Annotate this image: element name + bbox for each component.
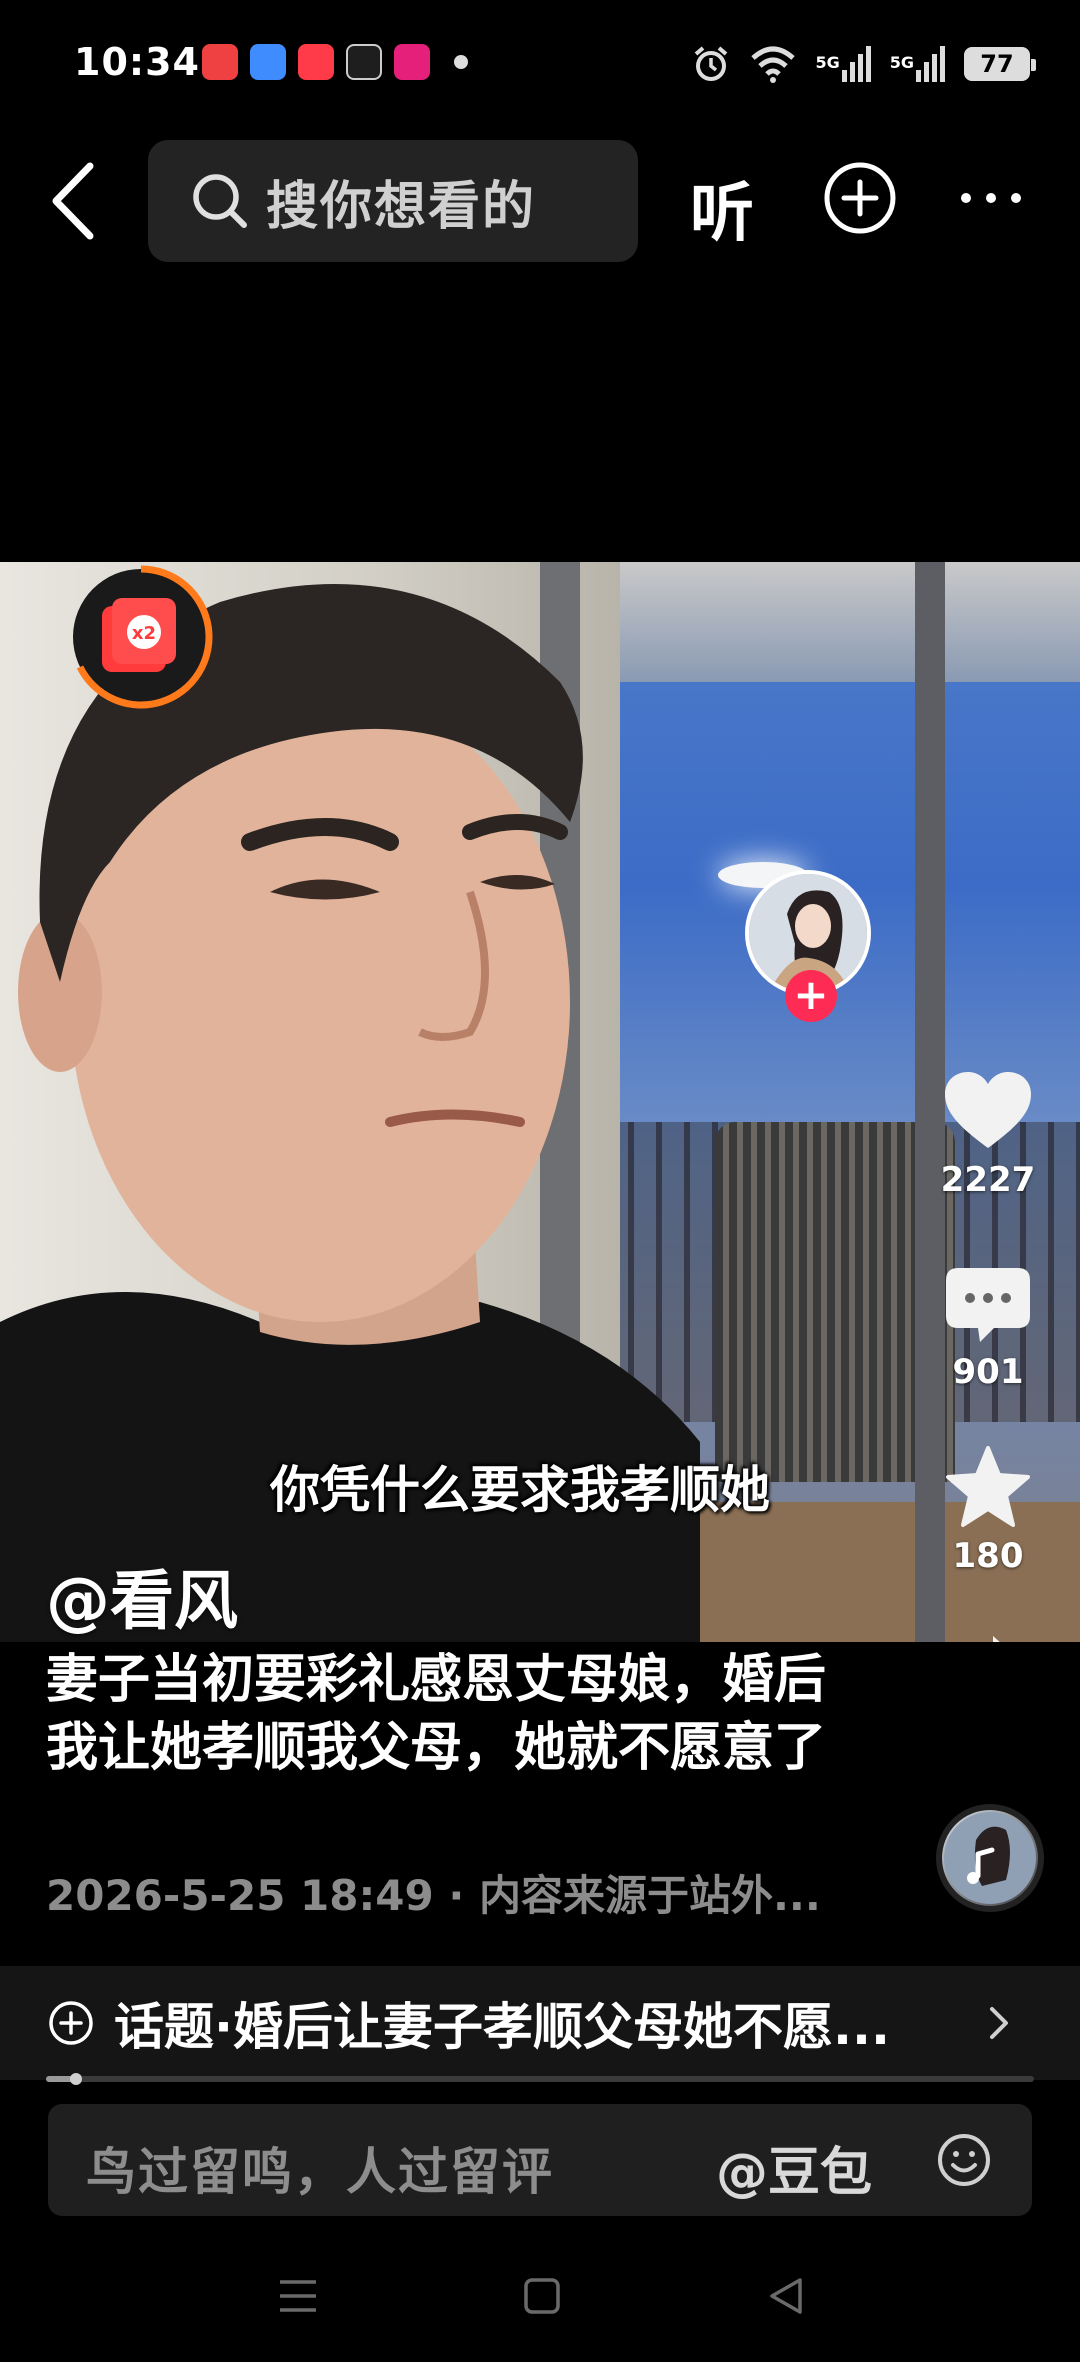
- mention-doubao-button[interactable]: @豆包: [716, 2130, 872, 2205]
- back-arrow-icon[interactable]: [40, 158, 110, 244]
- red-packet-reward-icon[interactable]: x2: [66, 562, 216, 712]
- menu-icon[interactable]: [278, 2276, 318, 2316]
- star-icon[interactable]: [945, 1446, 1031, 1528]
- search-bar[interactable]: 搜你想看的: [148, 140, 638, 262]
- search-icon: [193, 174, 247, 228]
- comment-action[interactable]: 901: [920, 1268, 1056, 1392]
- video-player[interactable]: 你凭什么要求我孝顺她: [0, 562, 1080, 1642]
- shop-app-icon: [394, 44, 430, 80]
- like-action[interactable]: 2227: [920, 1072, 1056, 1200]
- more-notifications-icon: [454, 55, 468, 69]
- toutiao-app-icon: [202, 44, 238, 80]
- back-triangle-icon[interactable]: [766, 2276, 804, 2316]
- signal-1-icon: 5G: [815, 46, 871, 82]
- search-placeholder: 搜你想看的: [266, 176, 537, 237]
- follow-button[interactable]: +: [785, 970, 837, 1022]
- topic-bar[interactable]: 话题·婚后让妻子孝顺父母她不愿...: [0, 1966, 1080, 2080]
- status-time: 10:34: [74, 40, 200, 84]
- battery-indicator: 77: [964, 47, 1036, 81]
- more-options-icon[interactable]: [958, 190, 1024, 206]
- topic-label: 话题·婚后让妻子孝顺父母她不愿...: [114, 1998, 890, 2056]
- comment-placeholder: 鸟过留鸣，人过留评: [86, 2143, 554, 2201]
- status-bar: 10:34 5G 5G 77: [0, 0, 1080, 130]
- heart-icon[interactable]: [945, 1072, 1031, 1152]
- status-app-icons: [202, 44, 468, 80]
- video-progress-bar[interactable]: [46, 2073, 1034, 2085]
- author-name[interactable]: @看风: [46, 1550, 238, 1642]
- alarm-icon: [695, 46, 728, 81]
- like-count: 2227: [940, 1160, 1036, 1200]
- topic-plus-icon: [49, 2001, 93, 2045]
- author-avatar-group[interactable]: +: [745, 870, 875, 1022]
- video-subtitle: 你凭什么要求我孝顺她: [270, 1461, 770, 1519]
- chevron-right-icon: [990, 2007, 1008, 2039]
- comment-input[interactable]: 鸟过留鸣，人过留评 @豆包: [48, 2104, 1032, 2216]
- system-nav-bar: [0, 2230, 1080, 2362]
- listen-button[interactable]: 听: [690, 162, 754, 254]
- home-square-icon[interactable]: [523, 2276, 561, 2316]
- video-description[interactable]: 妻子当初要彩礼感恩丈母娘，婚后我让她孝顺我父母，她就不愿意了: [46, 1646, 826, 1782]
- favorite-count: 180: [952, 1536, 1024, 1576]
- video-app-icon: [298, 44, 334, 80]
- red-packet-badge: x2: [132, 623, 156, 644]
- emoji-icon[interactable]: [936, 2132, 992, 2188]
- comment-count: 901: [952, 1352, 1024, 1392]
- signal-2-icon: 5G: [890, 46, 946, 82]
- wifi-icon: [751, 46, 796, 83]
- status-indicators: 5G 5G 77: [691, 44, 1036, 84]
- music-disc-icon[interactable]: [936, 1804, 1044, 1912]
- comment-icon[interactable]: [946, 1268, 1030, 1344]
- blue-app-icon: [250, 44, 286, 80]
- qq-app-icon: [346, 44, 382, 80]
- add-circle-icon[interactable]: [822, 160, 898, 236]
- video-progress-knob[interactable]: [69, 2073, 82, 2085]
- post-meta: 2026-5-25 18:49 · 内容来源于站外...: [46, 1871, 821, 1920]
- favorite-action[interactable]: 180: [920, 1446, 1056, 1576]
- top-bar: 搜你想看的 听: [0, 140, 1080, 262]
